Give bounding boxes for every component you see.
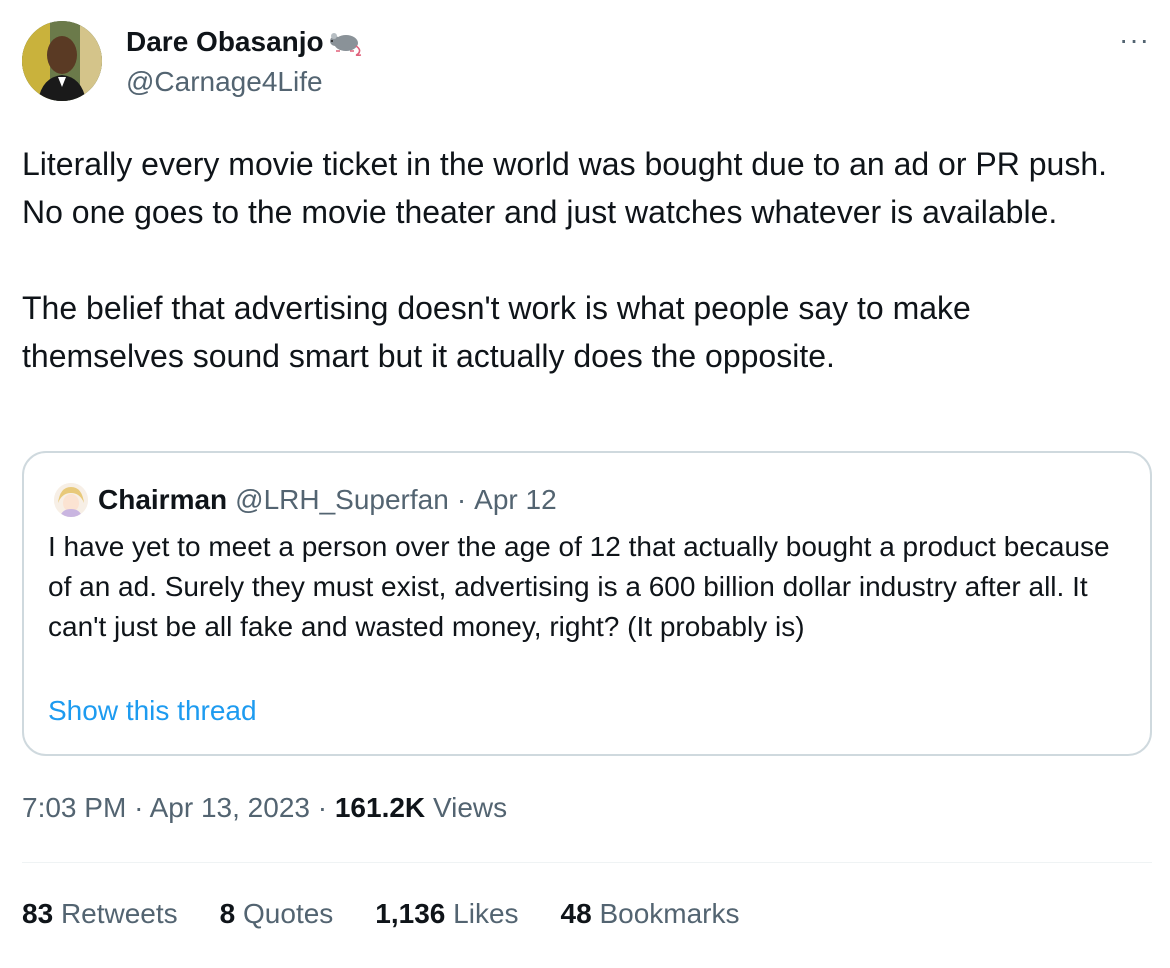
more-options-icon[interactable]: ··· <box>1119 26 1150 54</box>
retweets-stat[interactable]: 83 Retweets <box>22 898 178 930</box>
bookmarks-stat[interactable]: 48 Bookmarks <box>561 898 740 930</box>
engagement-stats: 83 Retweets 8 Quotes 1,136 Likes 48 Book… <box>22 898 740 930</box>
quoted-tweet-text: I have yet to meet a person over the age… <box>48 531 1110 642</box>
quoted-author-avatar <box>54 483 88 517</box>
views-label: Views <box>432 792 508 823</box>
retweets-count: 83 <box>22 898 54 929</box>
separator-dot: · <box>456 484 467 515</box>
author-handle[interactable]: @Carnage4Life <box>126 66 323 98</box>
show-thread-link[interactable]: Show this thread <box>48 695 257 727</box>
author-avatar[interactable] <box>22 21 102 101</box>
likes-count: 1,136 <box>375 898 446 929</box>
tweet-paragraph: Literally every movie ticket in the worl… <box>22 146 1108 230</box>
quotes-stat[interactable]: 8 Quotes <box>220 898 334 930</box>
quotes-count: 8 <box>219 898 236 929</box>
likes-label: Likes <box>453 898 519 929</box>
views-count: 161.2K <box>334 792 426 823</box>
divider <box>22 862 1152 863</box>
quoted-author-name: Chairman <box>98 484 228 515</box>
tweet-time[interactable]: 7:03 PM <box>22 792 126 823</box>
rat-icon <box>328 28 364 56</box>
quotes-label: Quotes <box>243 898 334 929</box>
tweet-paragraph: The belief that advertising doesn't work… <box>22 290 971 374</box>
likes-stat[interactable]: 1,136 Likes <box>375 898 518 930</box>
quoted-author-handle: @LRH_Superfan <box>235 484 449 515</box>
separator-dot: · <box>134 792 144 823</box>
tweet-meta: 7:03 PM · Apr 13, 2023 · 161.2K Views <box>22 792 507 824</box>
retweets-label: Retweets <box>60 898 178 929</box>
author-name[interactable]: Dare Obasanjo <box>126 26 324 58</box>
bookmarks-count: 48 <box>560 898 592 929</box>
quoted-tweet[interactable]: Chairman @LRH_Superfan · Apr 12 I have y… <box>22 451 1152 756</box>
tweet-date[interactable]: Apr 13, 2023 <box>150 792 310 823</box>
quoted-tweet-date: Apr 12 <box>474 484 557 515</box>
quoted-tweet-header: Chairman @LRH_Superfan · Apr 12 <box>54 483 557 517</box>
bookmarks-label: Bookmarks <box>599 898 740 929</box>
tweet-text: Literally every movie ticket in the worl… <box>22 140 1132 380</box>
separator-dot: · <box>317 792 328 823</box>
author-name-row[interactable]: Dare Obasanjo <box>126 26 364 58</box>
